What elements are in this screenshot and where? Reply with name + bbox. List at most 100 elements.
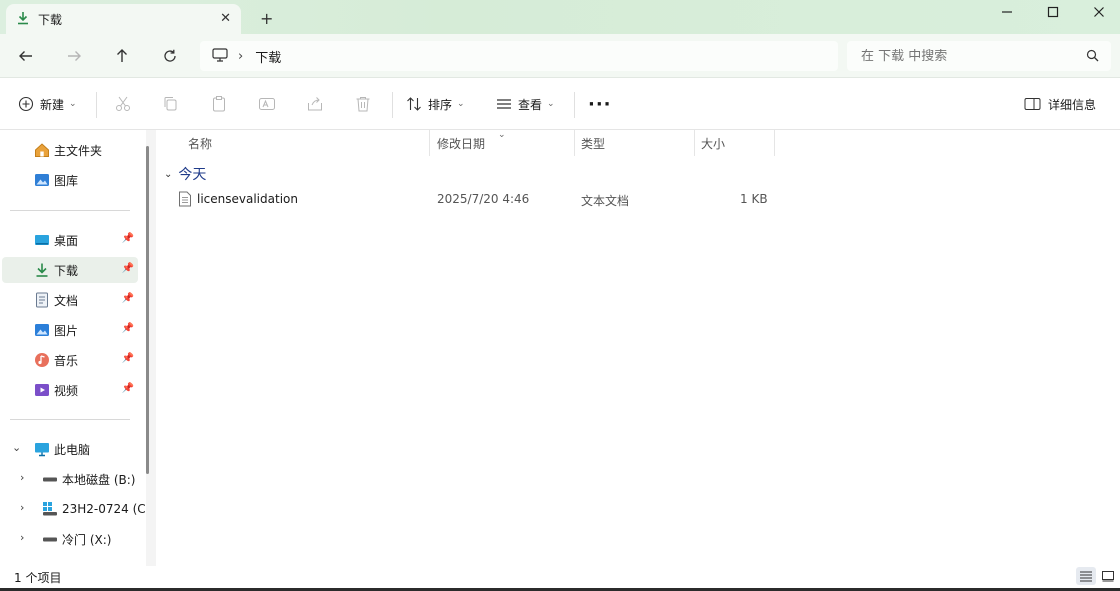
tab-close-icon[interactable]: ✕ bbox=[220, 11, 231, 26]
breadcrumb-downloads[interactable]: 下载 bbox=[255, 47, 281, 66]
computer-icon bbox=[34, 441, 50, 457]
file-size: 1 KB bbox=[740, 192, 768, 206]
drive-icon bbox=[42, 531, 58, 547]
sidebar-scrollbar-thumb[interactable] bbox=[146, 146, 149, 474]
item-count: 1 个项目 bbox=[14, 571, 62, 585]
sidebar-item-this-pc[interactable]: ⌄ 此电脑 bbox=[2, 436, 138, 462]
sidebar-item-label: 视频 bbox=[54, 383, 79, 398]
sidebar-item-downloads[interactable]: 下载 📌 bbox=[2, 257, 138, 283]
chevron-right-icon[interactable]: › bbox=[20, 471, 24, 484]
tiles-view-icon bbox=[1102, 571, 1114, 582]
pin-icon[interactable]: 📌 bbox=[122, 233, 134, 244]
group-label: 今天 bbox=[178, 167, 207, 183]
search-box[interactable] bbox=[847, 41, 1111, 71]
view-label: 查看 bbox=[518, 97, 543, 112]
system-drive-icon bbox=[42, 501, 58, 517]
sidebar-item-label: 本地磁盘 (B:) bbox=[62, 472, 136, 487]
column-header-modified[interactable]: 修改日期 bbox=[431, 130, 575, 156]
sidebar-item-label: 音乐 bbox=[54, 353, 79, 368]
file-row[interactable]: licensevalidation 2025/7/20 4:46 文本文档 1 … bbox=[170, 188, 776, 212]
chevron-down-icon: ⌄ bbox=[457, 99, 465, 109]
status-bar: 1 个项目 bbox=[0, 566, 1120, 588]
share-icon bbox=[308, 97, 322, 111]
column-header-name[interactable]: 名称 bbox=[182, 130, 430, 156]
sidebar-item-drive-c[interactable]: › 23H2-0724 (C bbox=[2, 496, 146, 522]
sidebar-item-label: 下载 bbox=[54, 263, 79, 278]
sidebar-item-documents[interactable]: 文档 📌 bbox=[2, 287, 138, 313]
search-input[interactable] bbox=[861, 48, 1071, 64]
close-window-button[interactable] bbox=[1076, 2, 1120, 22]
sort-button[interactable]: 排序 ⌄ bbox=[406, 92, 465, 116]
sidebar-item-gallery[interactable]: 图库 bbox=[2, 167, 138, 193]
group-header-today[interactable]: ⌄ 今天 bbox=[164, 164, 206, 184]
sidebar-item-label: 图片 bbox=[54, 323, 79, 338]
file-name: licensevalidation bbox=[197, 192, 298, 206]
up-button[interactable] bbox=[108, 44, 136, 68]
view-list-icon bbox=[497, 99, 511, 109]
cut-button[interactable] bbox=[114, 92, 132, 116]
minimize-button[interactable] bbox=[984, 2, 1030, 22]
share-button[interactable] bbox=[306, 92, 324, 116]
search-icon[interactable] bbox=[1086, 49, 1099, 65]
title-bar: 下载 ✕ + bbox=[0, 0, 1120, 34]
details-pane-icon bbox=[1024, 98, 1041, 110]
sidebar-item-label: 文档 bbox=[54, 293, 79, 308]
column-header-size[interactable]: 大小 bbox=[695, 130, 775, 156]
divider bbox=[574, 92, 575, 118]
column-size-label: 大小 bbox=[701, 136, 726, 151]
column-name-label: 名称 bbox=[188, 136, 213, 151]
chevron-down-icon: ⌄ bbox=[547, 99, 555, 109]
address-bar[interactable]: › 下载 bbox=[200, 41, 838, 71]
column-header-type[interactable]: 类型 bbox=[575, 130, 695, 156]
details-pane-button[interactable]: 详细信息 bbox=[1024, 92, 1096, 116]
sidebar-item-label: 冷门 (X:) bbox=[62, 532, 112, 547]
file-type: 文本文档 bbox=[581, 194, 630, 208]
sidebar-item-label: 主文件夹 bbox=[54, 143, 103, 158]
chevron-right-icon[interactable]: › bbox=[20, 531, 24, 544]
delete-button[interactable] bbox=[354, 92, 372, 116]
paste-button[interactable] bbox=[210, 92, 228, 116]
rename-icon bbox=[259, 98, 275, 110]
details-view-button[interactable] bbox=[1076, 567, 1096, 585]
refresh-icon bbox=[164, 49, 176, 62]
rename-button[interactable] bbox=[258, 92, 276, 116]
sidebar-item-home[interactable]: 主文件夹 bbox=[2, 137, 138, 163]
chevron-down-icon[interactable]: ⌄ bbox=[12, 441, 21, 454]
pin-icon[interactable]: 📌 bbox=[122, 323, 134, 334]
copy-button[interactable] bbox=[162, 92, 180, 116]
sidebar-item-desktop[interactable]: 桌面 📌 bbox=[2, 227, 138, 253]
sidebar-item-videos[interactable]: 视频 📌 bbox=[2, 377, 138, 403]
forward-button[interactable] bbox=[60, 44, 88, 68]
pin-icon[interactable]: 📌 bbox=[122, 263, 134, 274]
tiles-view-button[interactable] bbox=[1098, 567, 1118, 585]
pin-icon[interactable]: 📌 bbox=[122, 383, 134, 394]
more-options-button[interactable]: ··· bbox=[588, 92, 612, 116]
sidebar-item-drive-b[interactable]: › 本地磁盘 (B:) bbox=[2, 466, 138, 492]
clipboard-icon bbox=[213, 96, 225, 112]
chevron-down-icon: ⌄ bbox=[164, 168, 173, 180]
text-file-icon bbox=[178, 191, 192, 210]
tab-downloads[interactable]: 下载 ✕ bbox=[6, 4, 241, 34]
chevron-right-icon[interactable]: › bbox=[20, 501, 24, 514]
arrow-up-icon bbox=[117, 49, 127, 62]
sidebar-item-drive-x[interactable]: › 冷门 (X:) bbox=[2, 526, 138, 552]
maximize-button[interactable] bbox=[1030, 2, 1076, 22]
divider bbox=[10, 210, 130, 211]
tab-label: 下载 bbox=[38, 12, 63, 27]
back-button[interactable] bbox=[12, 44, 40, 68]
pictures-icon bbox=[34, 322, 50, 338]
refresh-button[interactable] bbox=[156, 44, 184, 68]
videos-icon bbox=[34, 382, 50, 398]
sidebar-item-pictures[interactable]: 图片 📌 bbox=[2, 317, 138, 343]
pin-icon[interactable]: 📌 bbox=[122, 353, 134, 364]
sidebar-item-label: 此电脑 bbox=[54, 442, 91, 457]
file-list-view: 名称 ⌄ 修改日期 类型 大小 ⌄ 今天 licensevalidation 2… bbox=[156, 130, 1120, 566]
trash-icon bbox=[356, 97, 370, 112]
sort-label: 排序 bbox=[428, 97, 453, 112]
copy-icon bbox=[164, 97, 177, 111]
new-tab-button[interactable]: + bbox=[260, 9, 273, 28]
new-button[interactable]: 新建 ⌄ bbox=[18, 92, 77, 116]
sidebar-item-music[interactable]: 音乐 📌 bbox=[2, 347, 138, 373]
view-button[interactable]: 查看 ⌄ bbox=[496, 92, 555, 116]
pin-icon[interactable]: 📌 bbox=[122, 293, 134, 304]
